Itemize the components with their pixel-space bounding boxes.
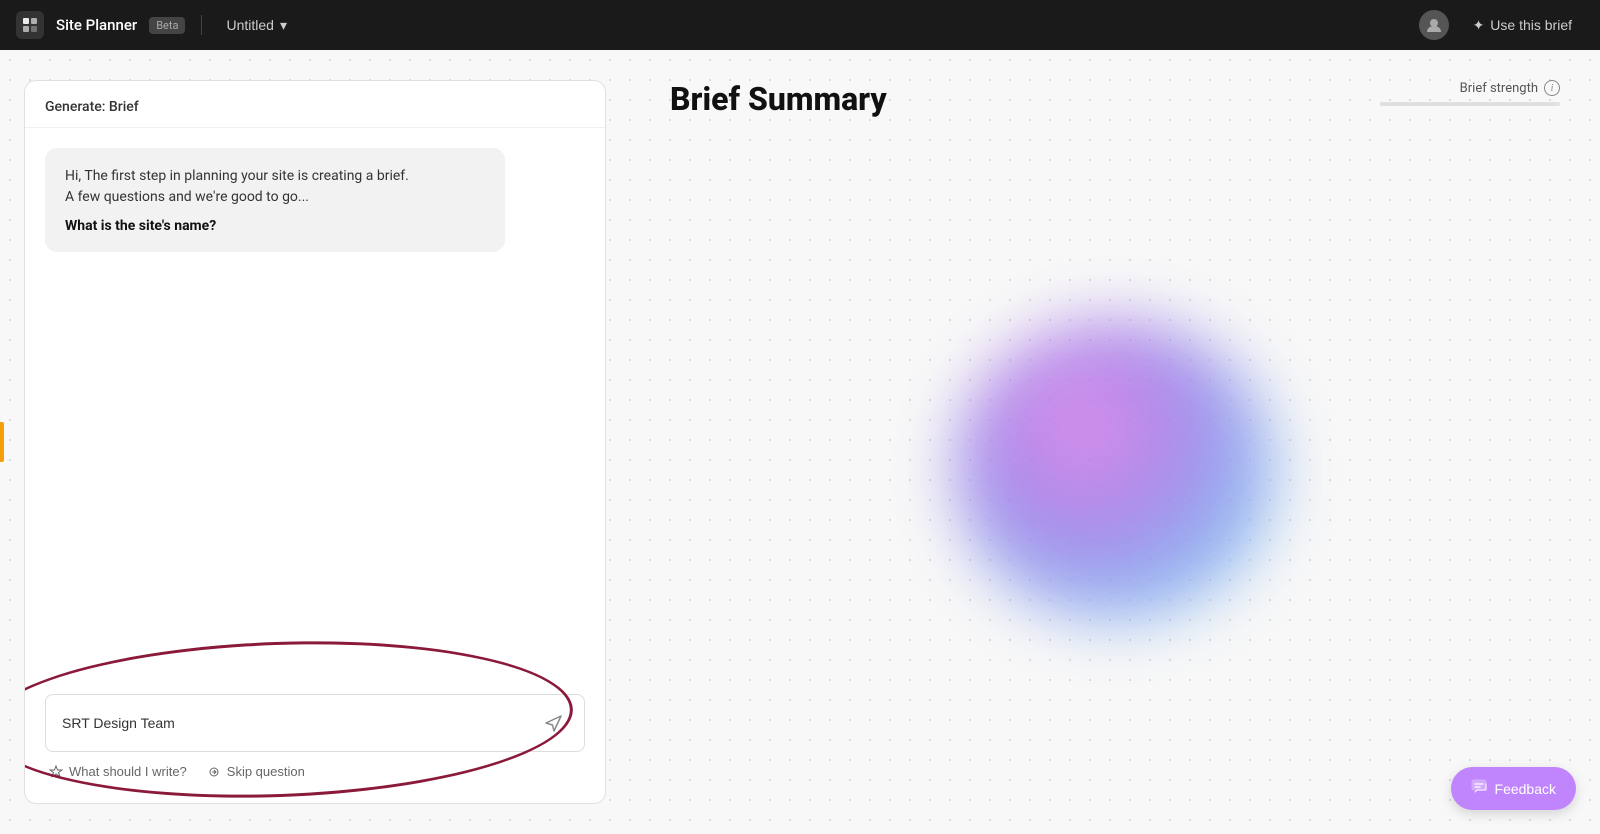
nav-divider	[201, 15, 202, 35]
app-name-label: Site Planner	[56, 16, 137, 34]
app-logo	[16, 11, 44, 39]
chevron-down-icon: ▾	[280, 17, 287, 34]
brief-summary-title: Brief Summary	[670, 80, 887, 118]
brief-strength-section: Brief strength i	[1380, 80, 1560, 106]
what-should-write-button[interactable]: What should I write?	[49, 764, 187, 779]
document-title-text: Untitled	[226, 17, 273, 33]
brief-card: Generate: Brief Hi, The first step in pl…	[24, 80, 606, 804]
ai-question-text: What is the site's name?	[65, 218, 485, 234]
gradient-blob	[955, 321, 1275, 621]
send-button[interactable]	[540, 709, 568, 737]
bottom-actions-row: What should I write? Skip question	[45, 752, 585, 783]
top-navigation: Site Planner Beta Untitled ▾ ✦ Use this …	[0, 0, 1600, 50]
text-input-row	[45, 694, 585, 752]
sparkle-icon: ✦	[1473, 17, 1485, 34]
blob-container	[670, 138, 1560, 804]
beta-badge: Beta	[149, 17, 185, 34]
brief-strength-label-row: Brief strength i	[1460, 80, 1560, 96]
ai-message-line1: Hi, The first step in planning your site…	[65, 166, 485, 208]
info-icon[interactable]: i	[1544, 80, 1560, 96]
ai-message-bubble: Hi, The first step in planning your site…	[45, 148, 505, 252]
use-brief-button[interactable]: ✦ Use this brief	[1461, 11, 1584, 40]
skip-question-label: Skip question	[227, 764, 305, 779]
brief-summary-header: Brief Summary Brief strength i	[670, 80, 1560, 118]
right-panel: Brief Summary Brief strength i	[630, 50, 1600, 834]
input-area: What should I write? Skip question	[45, 694, 585, 783]
document-title-button[interactable]: Untitled ▾	[218, 13, 295, 38]
main-content: Generate: Brief Hi, The first step in pl…	[0, 50, 1600, 834]
brief-card-body: Hi, The first step in planning your site…	[25, 128, 605, 803]
brief-strength-text: Brief strength	[1460, 81, 1538, 96]
left-panel: Generate: Brief Hi, The first step in pl…	[0, 50, 630, 834]
what-should-write-label: What should I write?	[69, 764, 187, 779]
chat-spacer	[45, 272, 585, 694]
brief-card-header: Generate: Brief	[25, 81, 605, 128]
user-avatar[interactable]	[1419, 10, 1449, 40]
site-name-input[interactable]	[62, 715, 540, 731]
use-brief-label: Use this brief	[1490, 17, 1572, 33]
brief-strength-bar	[1380, 102, 1560, 106]
skip-question-button[interactable]: Skip question	[207, 764, 305, 779]
